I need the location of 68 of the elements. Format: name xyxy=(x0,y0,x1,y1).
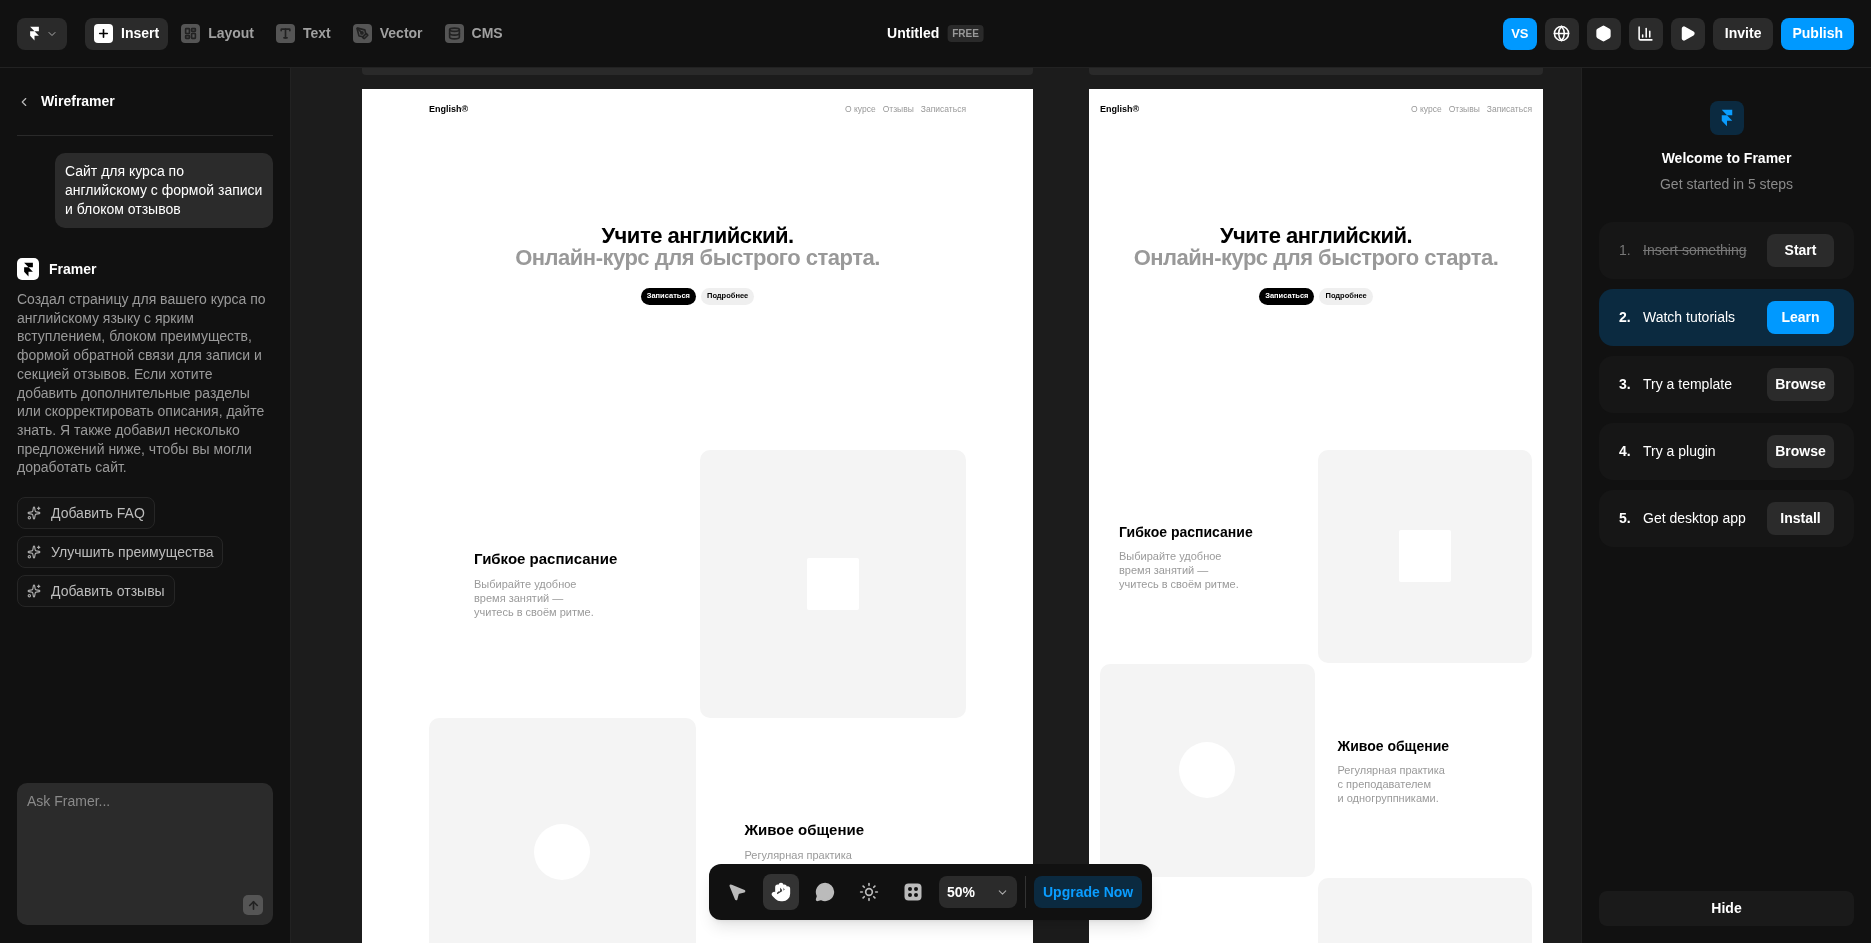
user-message: Сайт для курса по английскому с формой записи и блоком отзывов xyxy=(55,153,273,228)
sparkle-icon xyxy=(27,584,41,599)
site-logo: English® xyxy=(1100,103,1140,116)
plan-badge: FREE xyxy=(947,25,984,42)
bar-chart-icon[interactable] xyxy=(1628,17,1663,50)
step-label: Watch tutorials xyxy=(1643,308,1736,327)
suggestion-chip[interactable]: Добавить отзывы xyxy=(17,575,175,608)
onboarding-step[interactable]: 1. Insert something Start xyxy=(1599,222,1854,279)
step-number: 5. xyxy=(1619,509,1632,528)
step-action-button[interactable]: Start xyxy=(1767,234,1834,267)
feature-title: Живое общение xyxy=(1337,736,1451,756)
step-action-button[interactable]: Install xyxy=(1767,502,1834,535)
toolbar-tab[interactable]: Insert xyxy=(85,17,169,50)
tab-icon xyxy=(184,27,198,40)
tab-icon xyxy=(279,27,292,40)
suggestion-chip[interactable]: Добавить FAQ xyxy=(17,497,155,530)
tab-icon xyxy=(447,27,461,40)
step-action-button[interactable]: Browse xyxy=(1767,435,1834,468)
step-label: Try a template xyxy=(1643,375,1732,394)
onboarding-step[interactable]: 2. Watch tutorials Learn xyxy=(1599,289,1854,346)
sparkle-icon xyxy=(27,506,41,521)
zoom-dropdown[interactable]: 50% xyxy=(939,876,1017,908)
hand-icon[interactable] xyxy=(763,874,799,910)
welcome-title: Welcome to Framer xyxy=(1661,149,1792,168)
ask-input-field[interactable]: Ask Framer... xyxy=(17,783,273,925)
sparkle-icon xyxy=(27,545,41,560)
step-label: Get desktop app xyxy=(1643,509,1746,528)
project-title[interactable]: Untitled xyxy=(887,23,940,44)
onboarding-step[interactable]: 4. Try a plugin Browse xyxy=(1599,423,1854,480)
onboarding-step[interactable]: 3. Try a template Browse xyxy=(1599,356,1854,413)
step-number: 4. xyxy=(1619,442,1632,461)
logo-menu-button[interactable] xyxy=(17,17,67,50)
play-icon[interactable] xyxy=(1670,17,1705,50)
hero-subtitle: Онлайн-курс для быстрого старта. xyxy=(515,246,880,269)
hero-title: Учите английский. xyxy=(601,224,794,247)
site-logo: English® xyxy=(429,103,469,116)
feature-description: Регулярная практика xyxy=(744,847,853,862)
toolbar-tab[interactable]: Text xyxy=(267,17,340,50)
onboarding-step[interactable]: 5. Get desktop app Install xyxy=(1599,490,1854,547)
arrow-up-icon xyxy=(246,898,260,912)
toolbar-tab[interactable]: CMS xyxy=(435,17,512,50)
step-label: Try a plugin xyxy=(1643,442,1716,461)
step-label: Insert something xyxy=(1643,241,1747,260)
toolbar-tab[interactable]: Vector xyxy=(343,17,432,50)
hero-subtitle: Онлайн-курс для быстрого старта. xyxy=(1133,246,1499,269)
feature-description: Выбирайте удобное время занятий — учитесь в своём ритме. xyxy=(474,576,595,619)
step-number: 3. xyxy=(1619,375,1632,394)
hero-title: Учите английский. xyxy=(1219,224,1413,247)
tab-icon xyxy=(355,27,369,40)
step-number: 2. xyxy=(1619,308,1632,327)
step-action-button[interactable]: Browse xyxy=(1767,368,1834,401)
step-number: 1. xyxy=(1619,241,1632,260)
toolbar-tab[interactable]: Layout xyxy=(172,17,263,50)
globe-icon[interactable] xyxy=(1544,17,1579,50)
feature-title: Живое общение xyxy=(744,820,866,841)
tab-icon xyxy=(97,27,110,40)
panel-title: Wireframer xyxy=(41,92,115,111)
feature-description: Выбирайте удобное время занятий — учитесь в своём ритме. xyxy=(1119,548,1240,591)
feature-title: Гибкое расписание xyxy=(474,549,619,570)
welcome-subtitle: Get started in 5 steps xyxy=(1659,175,1794,194)
suggestion-chip[interactable]: Улучшить преимущества xyxy=(17,536,224,569)
assistant-reply: Создал страницу для вашего курса по английскому языку с ярким вступлением, блоком преимуществ, формой обратной связи для записи и секцией отзывов. Если хотите добавить дополнительные разделы или скорректировать описания, дайте знать. Я также добавил несколько предложений ниже, чтобы вы могли доработать сайт. xyxy=(17,290,267,478)
feature-description: Регулярная практика с преподавателем и одногруппниками. xyxy=(1337,762,1446,805)
feature-title: Гибкое расписание xyxy=(1119,522,1254,542)
hide-button[interactable]: Hide xyxy=(1599,891,1854,926)
invite-button[interactable]: Invite xyxy=(1712,17,1774,50)
assistant-name: Framer xyxy=(49,259,97,279)
upgrade-button[interactable]: Upgrade Now xyxy=(1034,876,1143,908)
